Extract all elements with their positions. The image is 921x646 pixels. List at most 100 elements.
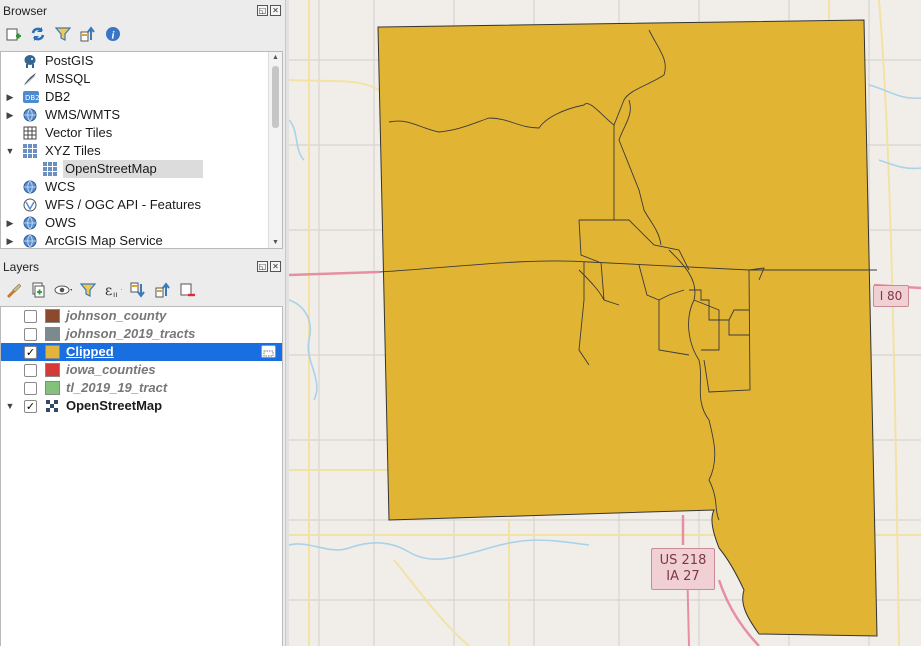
grid-icon xyxy=(23,126,37,140)
browser-item-label: Vector Tiles xyxy=(45,125,113,140)
add-layer-icon[interactable] xyxy=(4,25,22,43)
expand-all-icon[interactable] xyxy=(129,281,147,299)
browser-item-label: WMS/WMTS xyxy=(45,107,121,122)
mssql-icon xyxy=(23,72,37,86)
layer-symbol-swatch xyxy=(45,309,60,323)
browser-toolbar: i xyxy=(4,25,122,43)
basemap-and-layer xyxy=(289,0,921,646)
browser-scrollbar[interactable]: ▲ ▼ xyxy=(268,52,282,248)
layer-item[interactable]: ▼ ✓ OpenStreetMap xyxy=(1,397,282,415)
browser-item[interactable]: WFS / OGC API - Features xyxy=(1,196,268,214)
us218-shield: US 218 IA 27 xyxy=(651,548,715,590)
layer-symbol-swatch xyxy=(45,381,60,395)
map-canvas[interactable]: I 80 US 218 IA 27 xyxy=(289,0,921,646)
browser-item[interactable]: Vector Tiles xyxy=(1,124,268,142)
layers-dock-buttons: ◱ ✕ xyxy=(257,261,281,272)
browser-item-label: WFS / OGC API - Features xyxy=(45,197,202,212)
layer-name-label: OpenStreetMap xyxy=(66,398,163,413)
browser-item[interactable]: WCS xyxy=(1,178,268,196)
refresh-icon[interactable] xyxy=(29,25,47,43)
raster-tile-icon xyxy=(45,399,60,413)
layer-item[interactable]: ✓ Clipped xyxy=(1,343,282,361)
layer-item[interactable]: johnson_county xyxy=(1,307,282,325)
layer-symbol-swatch xyxy=(45,327,60,341)
float-panel-icon[interactable]: ◱ xyxy=(257,5,268,16)
browser-item[interactable]: ▶ ArcGIS Map Service xyxy=(1,232,268,248)
filter-icon[interactable] xyxy=(79,281,97,299)
layer-name-label: tl_2019_19_tract xyxy=(66,380,168,395)
info-icon[interactable]: i xyxy=(104,25,122,43)
layers-toolbar: ε ıı xyxy=(4,281,197,299)
clipped-polygon xyxy=(377,19,878,637)
add-group-icon[interactable] xyxy=(29,281,47,299)
chevron-right-icon[interactable]: ▶ xyxy=(5,232,15,248)
browser-item-label: MSSQL xyxy=(45,71,91,86)
browser-item[interactable]: ▶ WMS/WMTS xyxy=(1,106,268,124)
browser-item-label: OWS xyxy=(45,215,77,230)
globe-icon xyxy=(23,180,37,194)
layer-item[interactable]: iowa_counties xyxy=(1,361,282,379)
browser-item-label: PostGIS xyxy=(45,53,94,68)
layer-name-label: johnson_county xyxy=(66,308,167,323)
layer-symbol-swatch xyxy=(45,363,60,377)
svg-text:DB2: DB2 xyxy=(25,94,39,102)
browser-dock-buttons: ◱ ✕ xyxy=(257,5,281,16)
browser-item[interactable]: MSSQL xyxy=(1,70,268,88)
globe-icon xyxy=(23,234,37,248)
browser-item[interactable]: ▶ OWS xyxy=(1,214,268,232)
filter-indicator-icon[interactable] xyxy=(261,345,276,358)
browser-item[interactable]: ▶ DB2 DB2 xyxy=(1,88,268,106)
i80-shield: I 80 xyxy=(873,285,909,307)
layer-visibility-checkbox[interactable] xyxy=(24,310,37,323)
layer-visibility-checkbox[interactable]: ✓ xyxy=(24,400,37,413)
remove-layer-icon[interactable] xyxy=(179,281,197,299)
layer-visibility-checkbox[interactable]: ✓ xyxy=(24,346,37,359)
globe-icon xyxy=(23,216,37,230)
scrollbar-thumb[interactable] xyxy=(272,66,279,128)
browser-item-label: ArcGIS Map Service xyxy=(45,233,163,248)
layer-name-label: iowa_counties xyxy=(66,362,156,377)
svg-text:ıı: ıı xyxy=(113,290,117,298)
browser-item[interactable]: OpenStreetMap xyxy=(1,160,268,178)
chevron-right-icon[interactable]: ▶ xyxy=(5,88,15,106)
close-panel-icon[interactable]: ✕ xyxy=(270,261,281,272)
layer-visibility-checkbox[interactable] xyxy=(24,364,37,377)
layer-symbol-swatch xyxy=(45,345,60,359)
us218-shield-line1: US 218 xyxy=(659,553,707,568)
layers-tree[interactable]: johnson_county johnson_2019_tracts ✓ Clippe… xyxy=(0,306,283,646)
layer-item[interactable]: tl_2019_19_tract xyxy=(1,379,282,397)
browser-item-label: XYZ Tiles xyxy=(45,143,101,158)
browser-tree[interactable]: PostGIS MSSQL ▶ DB2 DB2 ▶ WMS/WMTS Vector Tiles… xyxy=(0,51,283,249)
expression-icon[interactable]: ε ıı xyxy=(104,281,122,299)
db2-icon: DB2 xyxy=(23,90,40,104)
browser-item-label: WCS xyxy=(45,179,76,194)
left-dock: Browser ◱ ✕ i PostGIS MSSQL ▶ DB2 DB2 ▶ WMS/WM… xyxy=(0,0,285,646)
browser-item[interactable]: PostGIS xyxy=(1,52,268,70)
float-panel-icon[interactable]: ◱ xyxy=(257,261,268,272)
tiles-icon xyxy=(23,144,37,158)
chevron-right-icon[interactable]: ▶ xyxy=(5,214,15,232)
browser-item[interactable]: ▼ XYZ Tiles xyxy=(1,142,268,160)
browser-item-label: OpenStreetMap xyxy=(63,160,203,178)
style-brush-icon[interactable] xyxy=(4,281,22,299)
layer-item[interactable]: johnson_2019_tracts xyxy=(1,325,282,343)
close-panel-icon[interactable]: ✕ xyxy=(270,5,281,16)
layers-panel-title: Layers xyxy=(3,260,40,274)
chevron-down-icon[interactable]: ▼ xyxy=(5,142,15,160)
globe-icon xyxy=(23,108,37,122)
layer-visibility-checkbox[interactable] xyxy=(24,382,37,395)
chevron-down-icon[interactable]: ▼ xyxy=(5,397,15,415)
layer-visibility-checkbox[interactable] xyxy=(24,328,37,341)
layer-name-label: johnson_2019_tracts xyxy=(66,326,196,341)
chevron-right-icon[interactable]: ▶ xyxy=(5,106,15,124)
collapse-all-icon[interactable] xyxy=(79,25,97,43)
eye-icon[interactable] xyxy=(54,281,72,299)
collapse-all-icon[interactable] xyxy=(154,281,172,299)
wfs-icon xyxy=(23,198,37,212)
elephant-icon xyxy=(23,54,37,68)
us218-shield-line2: IA 27 xyxy=(666,569,700,584)
browser-panel-title: Browser xyxy=(3,4,48,18)
browser-item-label: DB2 xyxy=(45,89,71,104)
filter-icon[interactable] xyxy=(54,25,72,43)
svg-text:ε: ε xyxy=(105,283,112,298)
